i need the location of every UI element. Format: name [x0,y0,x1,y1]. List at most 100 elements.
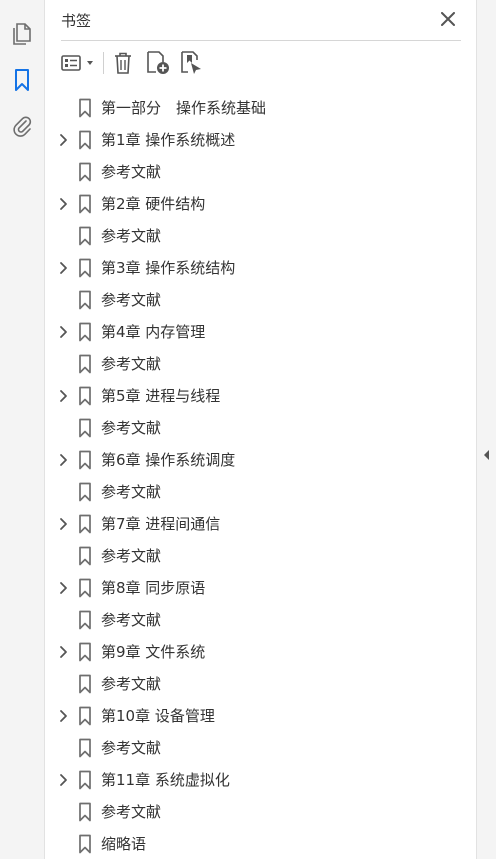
bookmark-icon [78,130,92,150]
collapse-arrow-icon[interactable] [481,447,493,463]
bookmark-label: 第一部分 操作系统基础 [101,99,267,117]
bookmark-item[interactable]: 第一部分 操作系统基础 [45,92,476,124]
chevron-right-icon[interactable] [57,772,69,788]
left-toolbar [0,0,45,859]
bookmark-label: 第2章 硬件结构 [101,195,206,213]
chevron-right-icon[interactable] [57,196,69,212]
bookmark-item[interactable]: 参考文献 [45,156,476,188]
bookmark-icon [78,738,92,758]
bookmark-label: 第3章 操作系统结构 [101,259,236,277]
new-bookmark-button[interactable] [145,48,171,78]
bookmark-icon [78,514,92,534]
bookmark-item[interactable]: 参考文献 [45,540,476,572]
bookmark-icon [78,674,92,694]
bookmark-icon [78,322,92,342]
bookmark-icon [78,258,92,278]
bookmark-item[interactable]: 参考文献 [45,412,476,444]
chevron-right-icon[interactable] [57,580,69,596]
bookmark-label: 参考文献 [101,611,162,629]
bookmark-label: 参考文献 [101,419,162,437]
pages-icon[interactable] [6,18,38,50]
close-icon[interactable] [438,9,458,29]
bookmark-icon [78,418,92,438]
chevron-right-icon[interactable] [57,644,69,660]
options-menu-button[interactable] [59,48,97,78]
panel-title: 书签 [61,12,92,30]
bookmark-label: 第9章 文件系统 [101,643,206,661]
bookmark-item[interactable]: 参考文献 [45,220,476,252]
attachments-icon[interactable] [6,109,38,141]
bookmark-item[interactable]: 参考文献 [45,348,476,380]
bookmark-item[interactable]: 第6章 操作系统调度 [45,444,476,476]
bookmark-search-icon [181,51,201,74]
trash-icon [115,52,131,74]
bookmark-toolbar [45,44,476,84]
chevron-right-icon[interactable] [57,132,69,148]
bookmark-item[interactable]: 缩略语 [45,828,476,860]
bookmark-item[interactable]: 第8章 同步原语 [45,572,476,604]
chevron-right-icon[interactable] [57,324,69,340]
bookmark-item[interactable]: 第7章 进程间通信 [45,508,476,540]
chevron-right-icon[interactable] [57,516,69,532]
bookmark-label: 第5章 进程与线程 [101,387,221,405]
chevron-right-icon[interactable] [57,388,69,404]
bookmark-item[interactable]: 第2章 硬件结构 [45,188,476,220]
bookmark-label: 第7章 进程间通信 [101,515,221,533]
bookmark-label: 参考文献 [101,739,162,757]
bookmark-label: 参考文献 [101,675,162,693]
bookmark-icon [78,610,92,630]
delete-bookmark-button[interactable] [111,48,135,78]
bookmark-icon [78,770,92,790]
bookmark-icon [78,386,92,406]
bookmark-icon [78,98,92,118]
bookmark-item[interactable]: 参考文献 [45,604,476,636]
bookmark-icon [78,162,92,182]
bookmark-item[interactable]: 第10章 设备管理 [45,700,476,732]
bookmark-label: 缩略语 [101,835,147,853]
bookmark-label: 参考文献 [101,483,162,501]
chevron-right-icon[interactable] [57,452,69,468]
bookmark-icon [78,706,92,726]
bookmark-icon [78,834,92,854]
bookmark-item[interactable]: 参考文献 [45,476,476,508]
header-divider [61,40,461,41]
bookmark-item[interactable]: 第4章 内存管理 [45,316,476,348]
bookmark-icon [78,226,92,246]
toolbar-separator [103,52,104,74]
bookmark-item[interactable]: 参考文献 [45,732,476,764]
bookmark-label: 参考文献 [101,803,162,821]
bookmark-item[interactable]: 第3章 操作系统结构 [45,252,476,284]
find-bookmark-button[interactable] [179,48,205,78]
chevron-right-icon[interactable] [57,708,69,724]
bookmark-label: 第8章 同步原语 [101,579,206,597]
bookmark-label: 第10章 设备管理 [101,707,215,725]
bookmark-icon [78,482,92,502]
bookmark-item[interactable]: 第1章 操作系统概述 [45,124,476,156]
bookmark-icon [78,450,92,470]
bookmark-label: 参考文献 [101,163,162,181]
bookmark-icon [78,290,92,310]
bookmark-item[interactable]: 参考文献 [45,668,476,700]
bookmark-item[interactable]: 参考文献 [45,796,476,828]
bookmark-item[interactable]: 参考文献 [45,284,476,316]
chevron-right-icon[interactable] [57,260,69,276]
bookmark-label: 参考文献 [101,227,162,245]
bookmark-label: 第6章 操作系统调度 [101,451,236,469]
bookmark-icon [78,194,92,214]
bookmark-icon [78,578,92,598]
bookmark-icon [78,802,92,822]
bookmark-label: 第11章 系统虚拟化 [101,771,230,789]
bookmark-label: 参考文献 [101,547,162,565]
right-panel-strip [476,0,496,859]
bookmark-item[interactable]: 第5章 进程与线程 [45,380,476,412]
options-list-icon [61,55,93,71]
bookmark-icon [78,546,92,566]
bookmark-icon [78,354,92,374]
bookmark-label: 第4章 内存管理 [101,323,206,341]
panel-header: 书签 [45,0,476,40]
add-bookmark-icon [147,51,169,74]
bookmark-label: 第1章 操作系统概述 [101,131,236,149]
bookmark-item[interactable]: 第11章 系统虚拟化 [45,764,476,796]
bookmarks-icon[interactable] [6,64,38,96]
bookmark-item[interactable]: 第9章 文件系统 [45,636,476,668]
